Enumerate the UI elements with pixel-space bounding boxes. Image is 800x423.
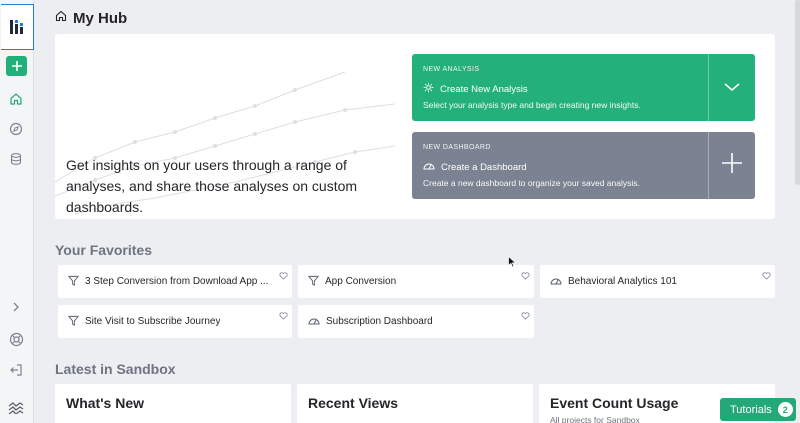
heart-icon[interactable] <box>279 307 288 325</box>
database-icon[interactable] <box>6 149 26 169</box>
create-analysis-card[interactable]: NEW ANALYSIS Create New Analysis Select … <box>412 54 755 121</box>
card-title: What's New <box>66 395 145 411</box>
hero-card: Get insights on your users through a ran… <box>55 34 775 219</box>
whats-new-card[interactable]: What's New <box>55 384 291 423</box>
tutorials-label: Tutorials <box>730 403 772 416</box>
favorite-item[interactable]: Subscription Dashboard <box>298 305 534 338</box>
funnel-icon <box>67 273 80 291</box>
gear-icon <box>423 80 434 98</box>
create-dashboard-description: Create a new dashboard to organize your … <box>423 178 640 188</box>
favorites-section-title: Your Favorites <box>55 242 152 258</box>
create-analysis-description: Select your analysis type and begin crea… <box>423 100 641 110</box>
analysis-dropdown-button[interactable] <box>708 54 755 121</box>
dashboard-icon <box>550 273 562 291</box>
scrollbar[interactable] <box>795 0 800 185</box>
card-title: Recent Views <box>308 395 399 411</box>
home-icon <box>55 9 67 27</box>
left-rail <box>0 0 34 423</box>
dashboard-kicker: NEW DASHBOARD <box>423 144 491 151</box>
favorite-label: 3 Step Conversion from Download App ... <box>85 276 269 287</box>
funnel-icon <box>67 313 80 331</box>
card-subtitle: All projects for Sandbox <box>550 415 640 423</box>
chevron-right-icon[interactable] <box>6 297 26 317</box>
create-analysis-title: Create New Analysis <box>440 83 528 95</box>
plus-icon <box>721 152 743 179</box>
compass-icon[interactable] <box>6 119 26 139</box>
heart-icon[interactable] <box>279 267 288 285</box>
page-header: My Hub <box>55 9 127 27</box>
add-dashboard-button[interactable] <box>708 132 755 199</box>
favorite-item[interactable]: 3 Step Conversion from Download App ... <box>58 265 292 298</box>
brand-icon <box>6 398 26 418</box>
chevron-down-icon <box>724 79 740 97</box>
favorite-label: App Conversion <box>325 276 397 287</box>
mouse-cursor-icon <box>508 255 517 273</box>
heart-icon[interactable] <box>762 267 771 285</box>
tutorials-button[interactable]: Tutorials 2 <box>720 398 796 421</box>
add-icon[interactable] <box>6 56 27 76</box>
heart-icon[interactable] <box>521 307 530 325</box>
funnel-icon <box>307 273 320 291</box>
favorite-item[interactable]: App Conversion <box>298 265 534 298</box>
logout-icon[interactable] <box>6 360 26 380</box>
favorite-item[interactable]: Behavioral Analytics 101 <box>540 265 775 298</box>
heart-icon[interactable] <box>521 267 530 285</box>
tutorials-count-badge: 2 <box>777 402 793 417</box>
recent-views-card[interactable]: Recent Views <box>297 384 533 423</box>
page-title: My Hub <box>73 9 128 27</box>
dashboard-icon <box>423 158 435 176</box>
logo-icon[interactable] <box>1 4 34 50</box>
latest-section-title: Latest in Sandbox <box>55 361 176 377</box>
help-icon[interactable] <box>6 329 26 349</box>
create-dashboard-card[interactable]: NEW DASHBOARD Create a Dashboard Create … <box>412 132 755 199</box>
home-icon[interactable] <box>6 89 26 109</box>
card-title: Event Count Usage <box>550 395 679 411</box>
favorite-item[interactable]: Site Visit to Subscribe Journey <box>58 305 292 338</box>
favorite-label: Subscription Dashboard <box>326 316 433 327</box>
favorite-label: Site Visit to Subscribe Journey <box>85 316 221 327</box>
favorite-label: Behavioral Analytics 101 <box>568 276 677 287</box>
analysis-kicker: NEW ANALYSIS <box>423 66 480 73</box>
create-dashboard-title: Create a Dashboard <box>441 161 527 173</box>
dashboard-icon <box>308 313 320 331</box>
hero-description: Get insights on your users through a ran… <box>66 157 358 215</box>
